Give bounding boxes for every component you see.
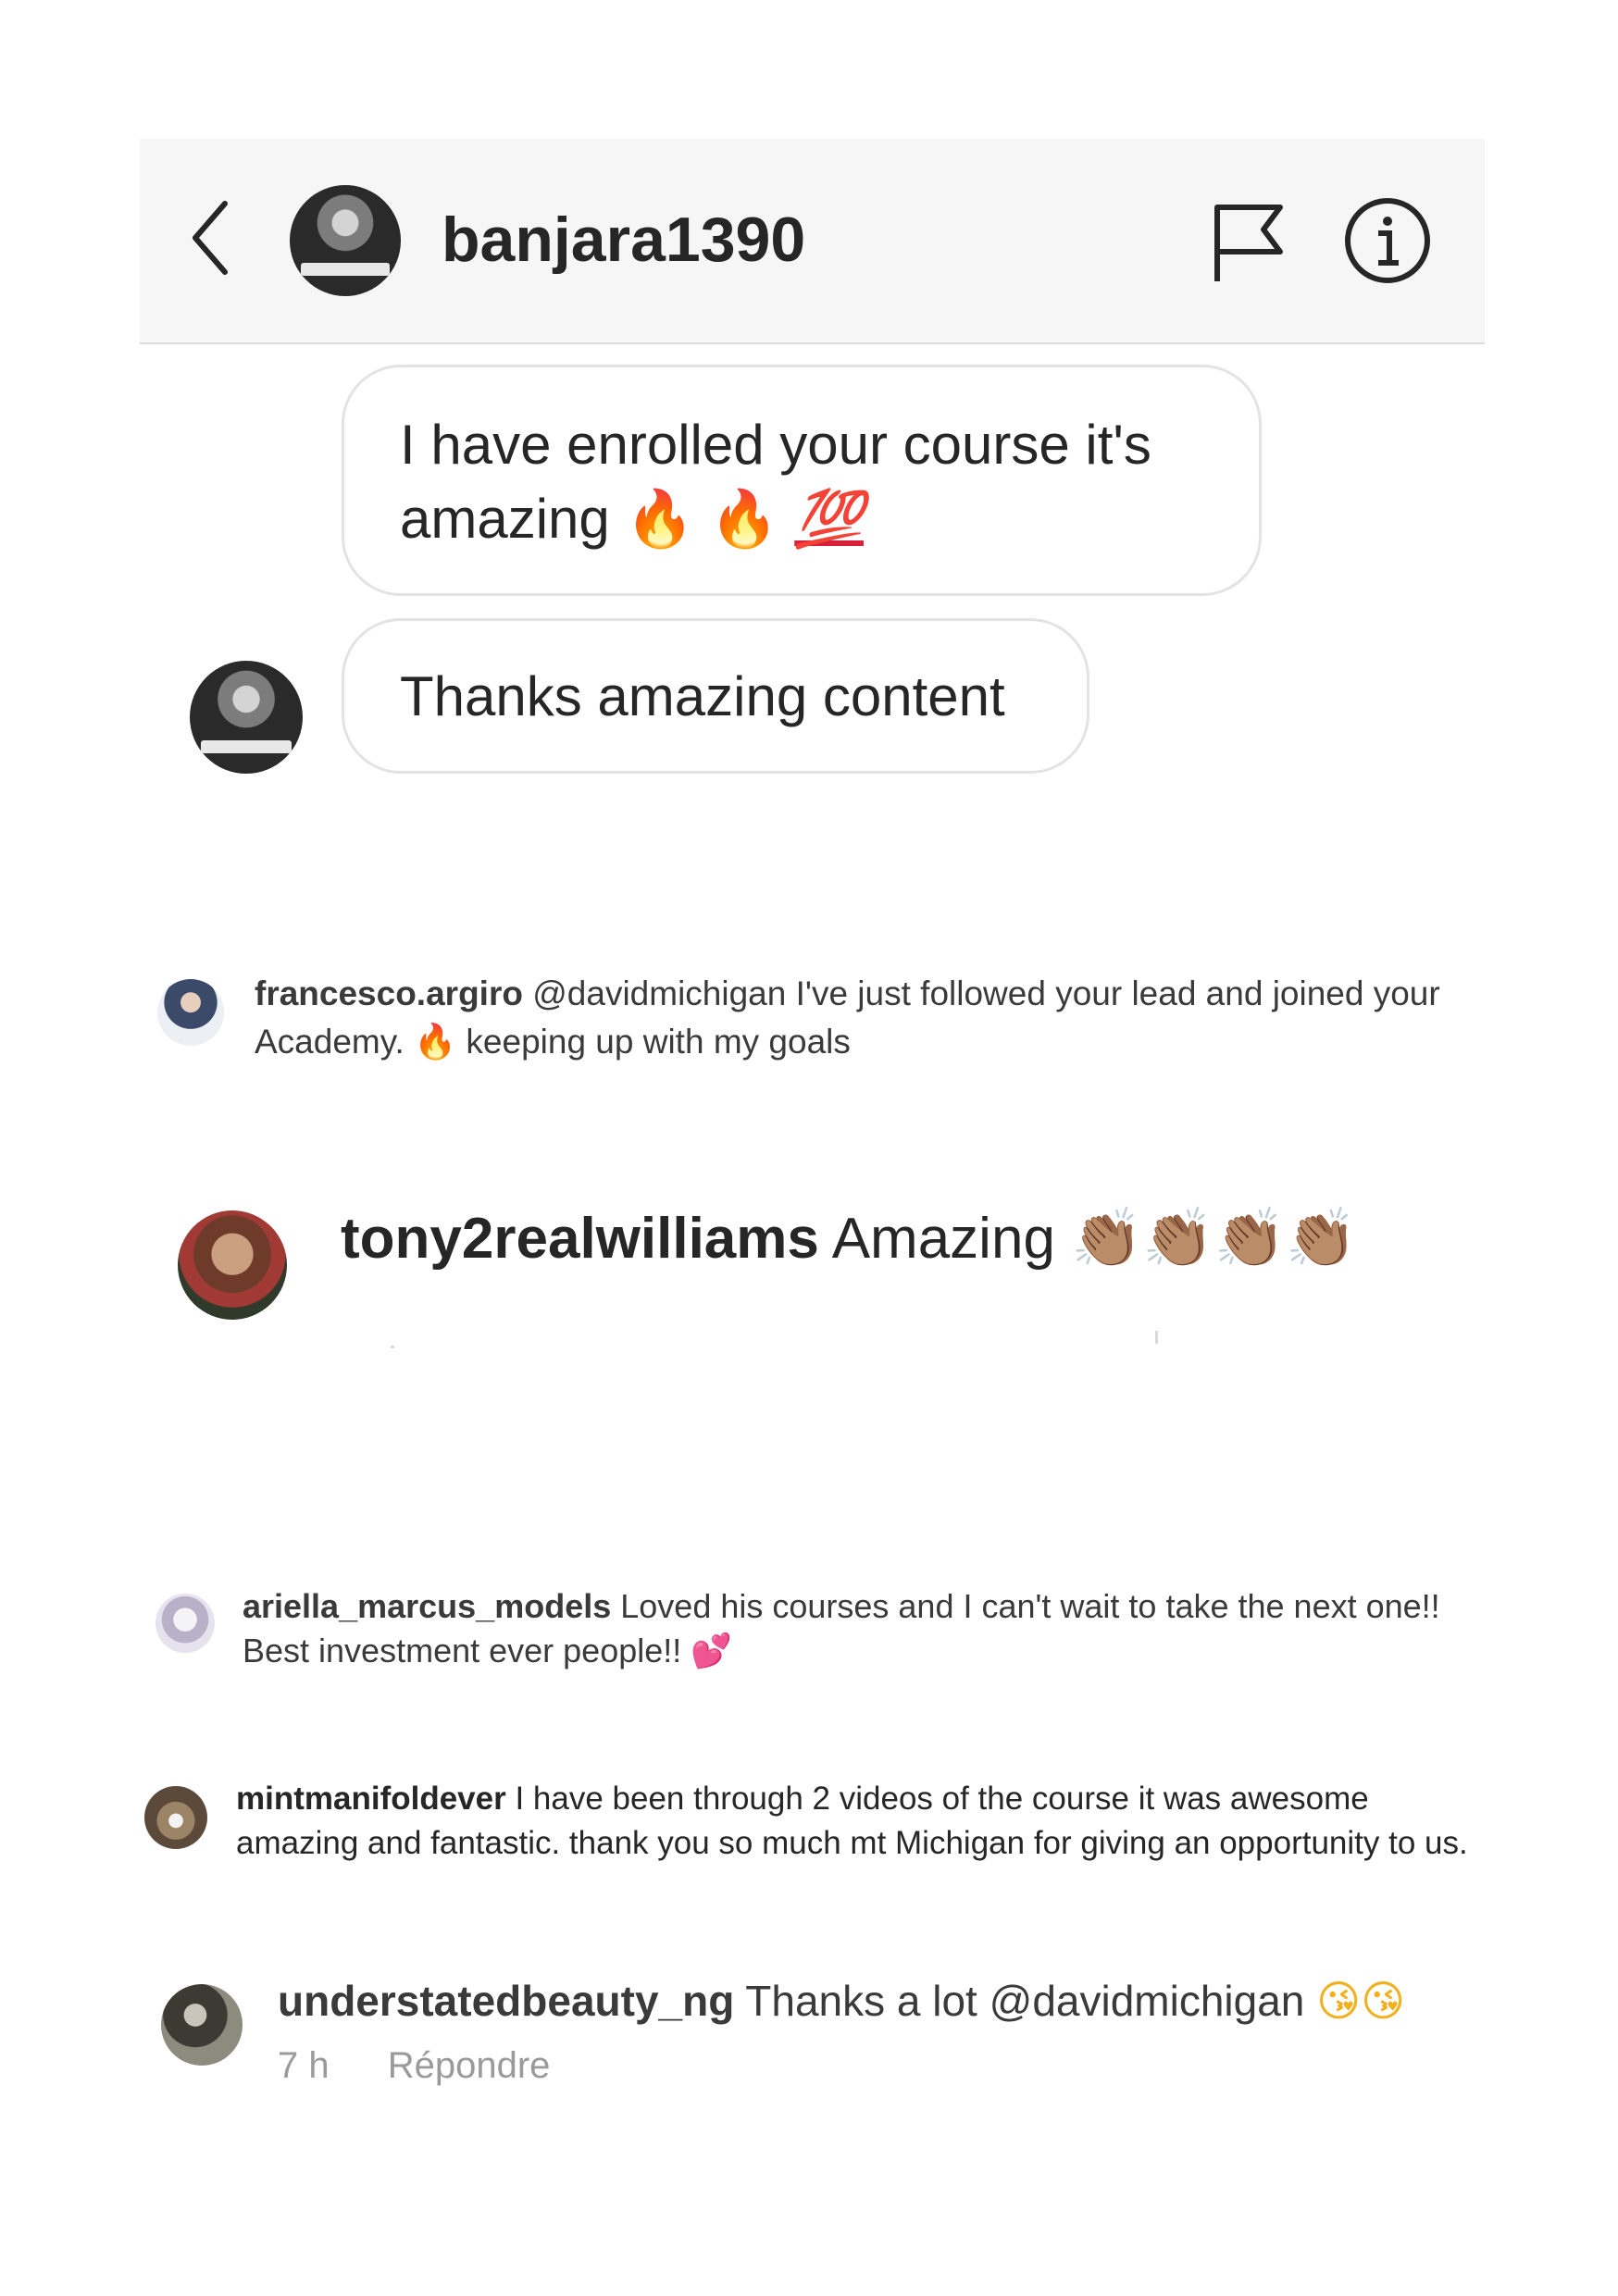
comment-meta: 7 h Répondre [278,2045,598,2087]
comment-username[interactable]: understatedbeauty_ng [278,1977,734,2025]
comment-username[interactable]: mintmanifoldever [236,1781,506,1817]
message-text: Thanks amazing content [400,665,1005,727]
comment-timestamp: 7 h [278,2045,330,2086]
comment-text: Thanks a lot @davidmichigan [745,1977,1305,2025]
info-icon[interactable] [1343,196,1432,285]
divider [391,1346,394,1348]
face-blowing-kiss-emoji-icon: 😘😘 [1316,1976,1406,2026]
message-bubble[interactable]: I have enrolled your course it's amazing… [342,365,1262,596]
chevron-left-icon[interactable] [184,196,240,279]
comment: ariella_marcus_models Loved his courses … [243,1584,1483,1674]
avatar[interactable] [161,1984,243,2066]
comment: tony2realwilliams Amazing 👏🏽👏🏽👏🏽👏🏽 [341,1201,1498,1276]
avatar[interactable] [144,1786,207,1849]
comment: understatedbeauty_ng Thanks a lot @david… [278,1973,1481,2029]
dm-header: banjara1390 [140,139,1485,344]
message-bubble[interactable]: Thanks amazing content [342,618,1089,774]
comment-text: Amazing [831,1207,1055,1271]
flag-icon[interactable] [1210,202,1288,285]
avatar[interactable] [178,1210,287,1320]
two-hearts-emoji-icon: 💕 [691,1632,733,1670]
comment-text: keeping up with my goals [466,1023,851,1061]
fire-emoji-icon: 🔥 [625,487,695,552]
avatar[interactable] [156,1594,215,1653]
message-line-1: I have enrolled your course it's [400,414,1151,476]
comment-username[interactable]: francesco.argiro [255,974,523,1012]
clapping-hands-emoji-icon: 👏🏽👏🏽👏🏽👏🏽 [1071,1204,1357,1272]
sender-avatar[interactable] [190,661,303,774]
avatar[interactable] [157,979,224,1046]
comment: mintmanifoldever I have been through 2 v… [236,1777,1495,1866]
comment-username[interactable]: ariella_marcus_models [243,1587,611,1625]
divider [1155,1331,1158,1344]
comment-username[interactable]: tony2realwilliams [341,1207,819,1271]
hundred-points-emoji-icon: 💯 [794,487,864,552]
fire-emoji-icon: 🔥 [709,487,779,552]
fire-emoji-icon: 🔥 [414,1022,457,1061]
reply-link[interactable]: Répondre [388,2045,551,2086]
chat-username[interactable]: banjara1390 [442,204,805,276]
message-text: I have enrolled your course it's amazing… [400,408,1203,556]
avatar[interactable] [290,185,401,296]
comment: francesco.argiro @davidmichigan I've jus… [255,970,1486,1066]
message-line-2: amazing [400,488,610,550]
